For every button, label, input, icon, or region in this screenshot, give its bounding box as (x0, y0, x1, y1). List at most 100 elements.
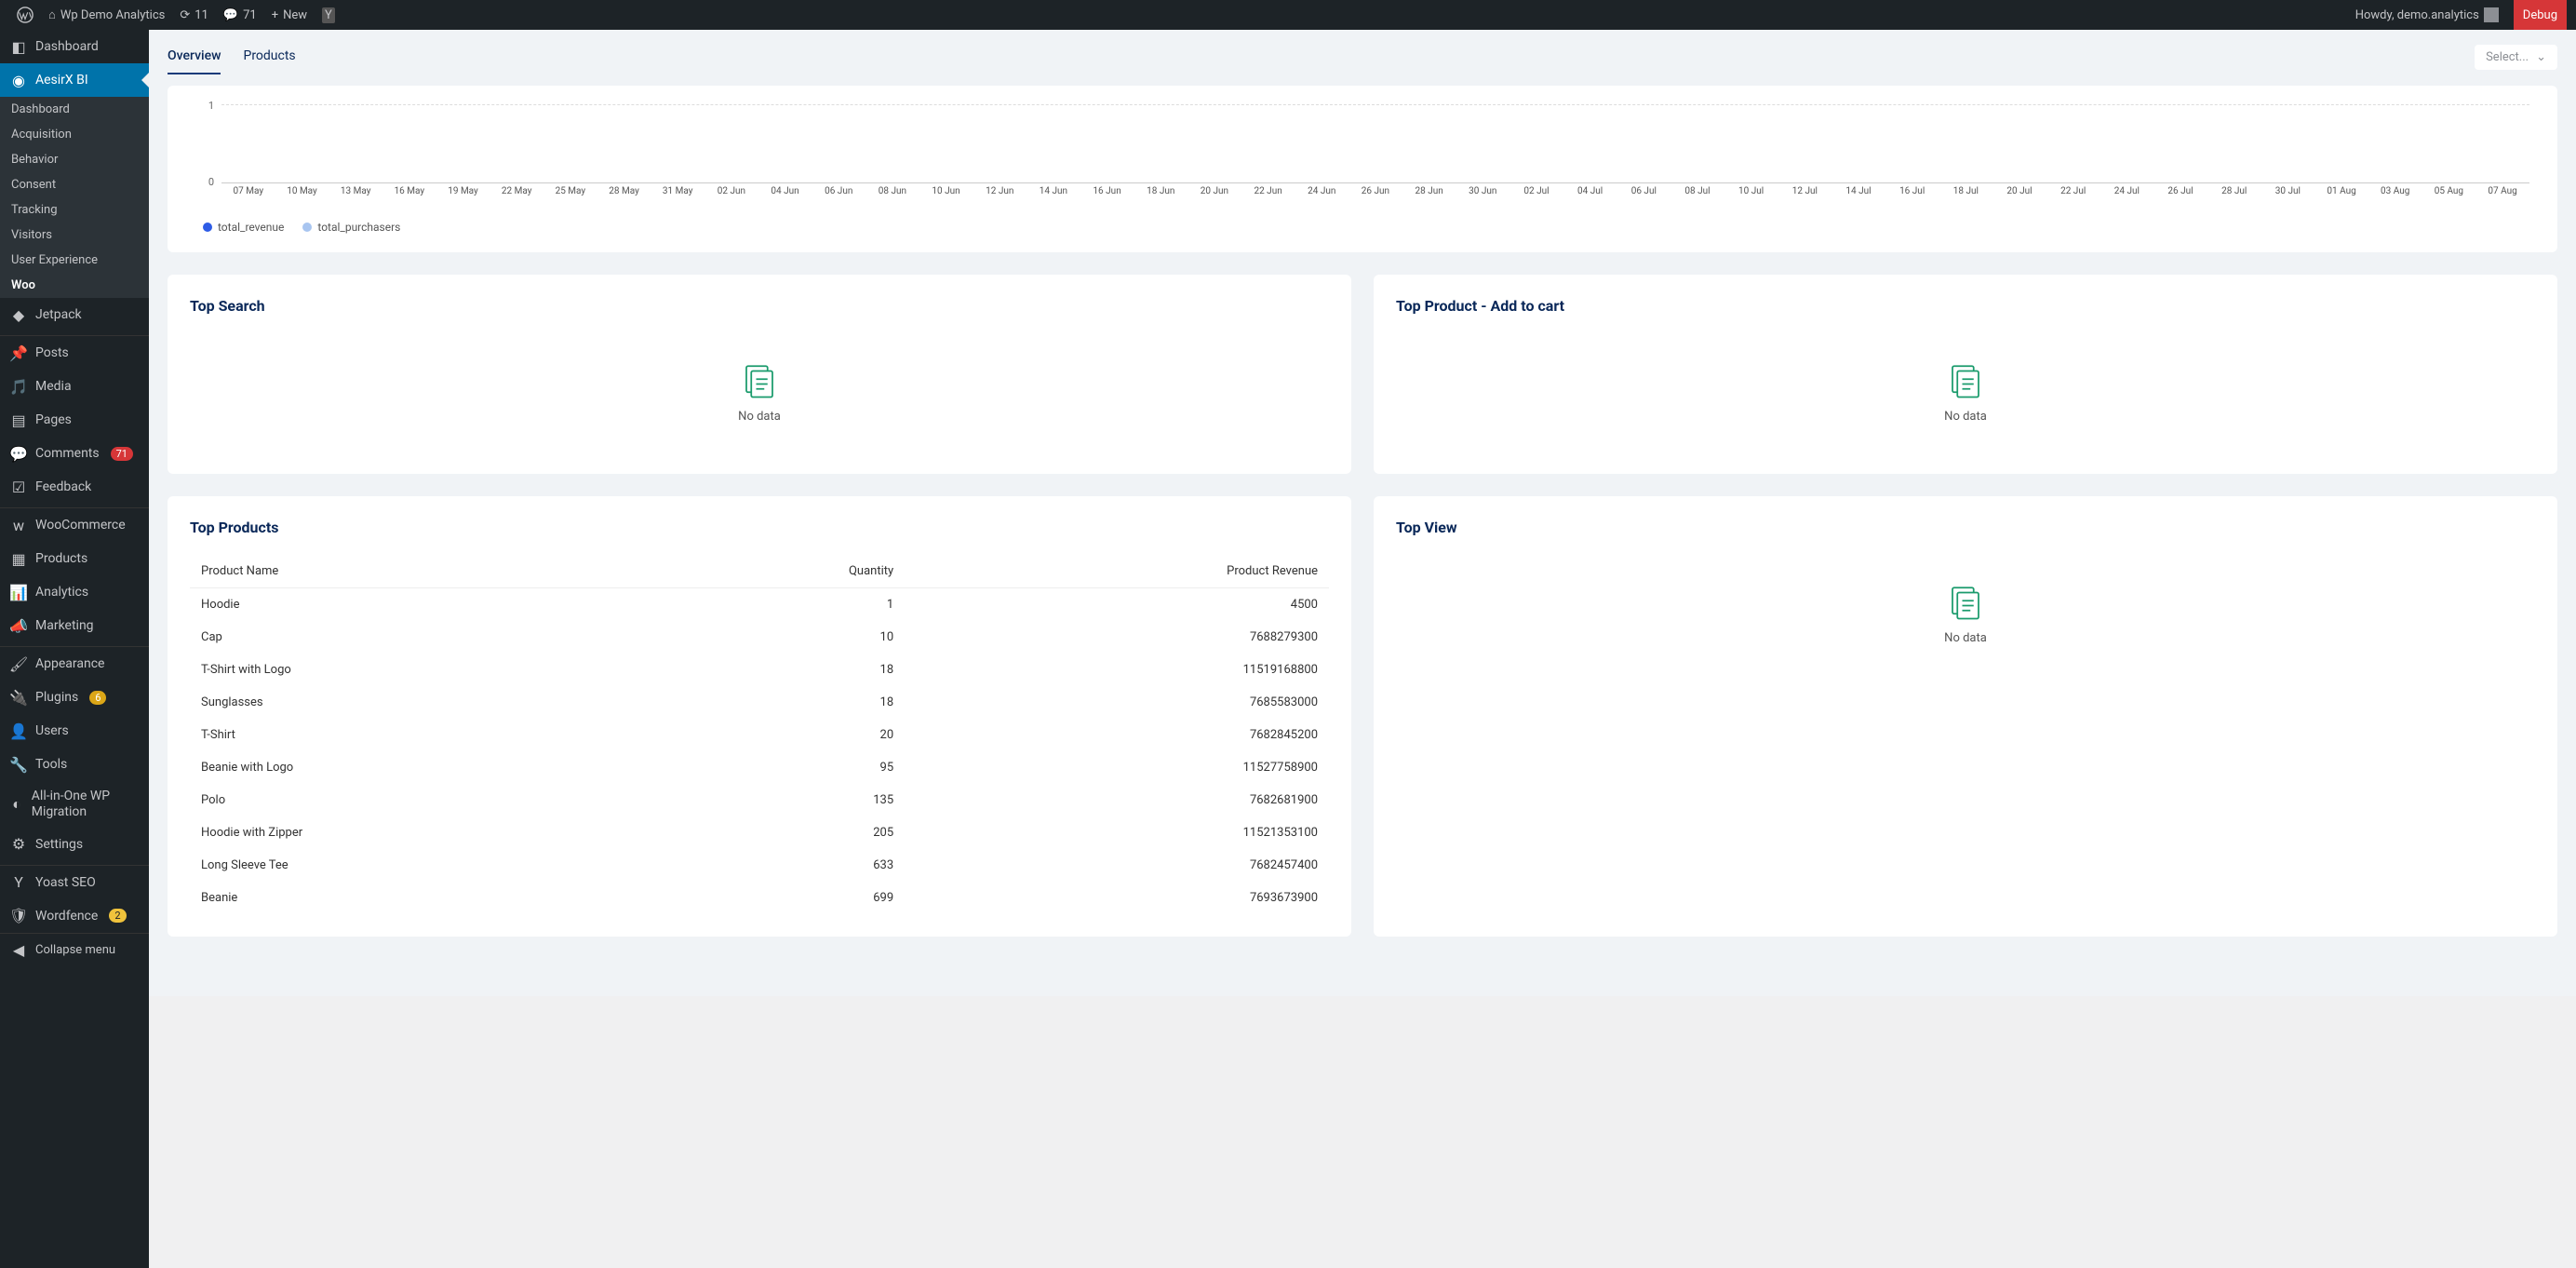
panel-top-addcart: Top Product - Add to cart No data (1374, 275, 2557, 474)
menu-media[interactable]: 🎵Media (0, 370, 149, 403)
debug-button[interactable]: Debug (2514, 0, 2567, 30)
x-tick: 10 May (275, 186, 329, 207)
cell-rev: 7682681900 (905, 784, 1329, 816)
table-row[interactable]: T-Shirt207682845200 (190, 719, 1329, 751)
user-icon: 👤 (9, 722, 28, 740)
woo-icon: w (9, 516, 28, 534)
x-tick: 26 Jun (1348, 186, 1402, 207)
collapse-menu[interactable]: ◀Collapse menu (0, 933, 149, 967)
x-tick: 01 Aug (2314, 186, 2368, 207)
cell-qty: 18 (653, 686, 905, 719)
table-row[interactable]: Polo1357682681900 (190, 784, 1329, 816)
yoast-bar-icon[interactable]: Y (315, 0, 342, 30)
sub-dashboard[interactable]: Dashboard (0, 97, 149, 122)
table-row[interactable]: Hoodie14500 (190, 588, 1329, 622)
cell-rev: 7688279300 (905, 621, 1329, 654)
x-tick: 08 Jun (865, 186, 919, 207)
menu-products[interactable]: ▦Products (0, 542, 149, 575)
table-row[interactable]: Beanie with Logo9511527758900 (190, 751, 1329, 784)
migrate-icon: ◐ (9, 795, 24, 814)
sub-tracking[interactable]: Tracking (0, 197, 149, 223)
comments-badge: 71 (111, 447, 133, 461)
sub-woo[interactable]: Woo (0, 273, 149, 298)
updates-link[interactable]: ⟳11 (172, 0, 216, 30)
panel-top-view: Top View No data (1374, 496, 2557, 937)
x-tick: 04 Jun (758, 186, 812, 207)
nodata-text: No data (1944, 410, 1987, 424)
tab-overview[interactable]: Overview (168, 39, 221, 74)
cell-name: Hoodie (190, 588, 653, 622)
wp-logo[interactable] (9, 0, 41, 30)
brush-icon: 🖌 (9, 654, 28, 673)
admin-bar: ⌂Wp Demo Analytics ⟳11 💬71 +New Y Howdy,… (0, 0, 2576, 30)
legend-purchasers[interactable]: total_purchasers (302, 221, 400, 234)
x-tick: 22 May (490, 186, 543, 207)
menu-settings[interactable]: ⚙Settings (0, 828, 149, 861)
table-row[interactable]: Hoodie with Zipper20511521353100 (190, 816, 1329, 849)
menu-yoast[interactable]: YYoast SEO (0, 866, 149, 899)
sub-ux[interactable]: User Experience (0, 248, 149, 273)
table-row[interactable]: T-Shirt with Logo1811519168800 (190, 654, 1329, 686)
menu-woocommerce[interactable]: wWooCommerce (0, 508, 149, 542)
menu-pages[interactable]: ▤Pages (0, 403, 149, 437)
avatar (2484, 7, 2499, 22)
menu-comments[interactable]: 💬Comments71 (0, 437, 149, 470)
shield-icon: 🛡 (9, 907, 28, 925)
cell-qty: 1 (653, 588, 905, 622)
dashboard-icon: ◧ (9, 37, 28, 56)
table-row[interactable]: Sunglasses187685583000 (190, 686, 1329, 719)
table-row[interactable]: Long Sleeve Tee6337682457400 (190, 849, 1329, 882)
top-products-table: Product Name Quantity Product Revenue Ho… (190, 555, 1329, 914)
sub-acquisition[interactable]: Acquisition (0, 122, 149, 147)
menu-tools[interactable]: 🔧Tools (0, 748, 149, 781)
x-tick: 25 May (543, 186, 597, 207)
x-tick: 07 May (221, 186, 275, 207)
howdy-link[interactable]: Howdy, demo.analytics (2348, 0, 2506, 30)
dot-icon (203, 223, 212, 232)
nodata-text: No data (1944, 631, 1987, 645)
yoast-icon: Y (9, 873, 28, 892)
panel-title: Top Products (190, 519, 1329, 536)
tab-products[interactable]: Products (243, 39, 295, 74)
cell-qty: 18 (653, 654, 905, 686)
select-dropdown[interactable]: Select... ⌄ (2475, 45, 2557, 70)
comments-link[interactable]: 💬71 (216, 0, 264, 30)
empty-doc-icon (1946, 361, 1985, 400)
x-tick: 10 Jul (1724, 186, 1778, 207)
table-row[interactable]: Cap107688279300 (190, 621, 1329, 654)
cell-name: Long Sleeve Tee (190, 849, 653, 882)
menu-plugins[interactable]: 🔌Plugins6 (0, 681, 149, 714)
menu-users[interactable]: 👤Users (0, 714, 149, 748)
comment-icon: 💬 (9, 444, 28, 463)
menu-posts[interactable]: 📌Posts (0, 336, 149, 370)
menu-feedback[interactable]: ☑Feedback (0, 470, 149, 504)
x-tick: 24 Jun (1295, 186, 1348, 207)
menu-aesirx[interactable]: ◉AesirX BI (0, 63, 149, 97)
x-tick: 02 Jul (1509, 186, 1563, 207)
x-tick: 20 Jun (1187, 186, 1241, 207)
chart-plot: 1 0 07 May10 May13 May16 May19 May22 May… (195, 104, 2529, 207)
menu-dashboard[interactable]: ◧Dashboard (0, 30, 149, 63)
sub-behavior[interactable]: Behavior (0, 147, 149, 172)
cell-name: T-Shirt (190, 719, 653, 751)
menu-marketing[interactable]: 📣Marketing (0, 609, 149, 642)
legend-revenue[interactable]: total_revenue (203, 221, 284, 234)
admin-sidebar: ◧Dashboard ◉AesirX BI Dashboard Acquisit… (0, 30, 149, 1268)
panel-top-products: Top Products Product Name Quantity Produ… (168, 496, 1351, 937)
x-tick: 08 Jul (1670, 186, 1724, 207)
x-tick: 14 Jul (1831, 186, 1885, 207)
menu-wordfence[interactable]: 🛡Wordfence2 (0, 899, 149, 933)
x-tick: 06 Jun (812, 186, 865, 207)
new-link[interactable]: +New (264, 0, 315, 30)
table-row[interactable]: Beanie6997693673900 (190, 882, 1329, 914)
menu-aio[interactable]: ◐All-in-One WP Migration (0, 781, 149, 828)
menu-jetpack[interactable]: ◆Jetpack (0, 298, 149, 331)
x-tick: 10 Jun (919, 186, 973, 207)
x-tick: 26 Jul (2153, 186, 2207, 207)
sub-consent[interactable]: Consent (0, 172, 149, 197)
menu-analytics[interactable]: 📊Analytics (0, 575, 149, 609)
site-link[interactable]: ⌂Wp Demo Analytics (41, 0, 172, 30)
menu-appearance[interactable]: 🖌Appearance (0, 647, 149, 681)
cell-name: Hoodie with Zipper (190, 816, 653, 849)
sub-visitors[interactable]: Visitors (0, 223, 149, 248)
